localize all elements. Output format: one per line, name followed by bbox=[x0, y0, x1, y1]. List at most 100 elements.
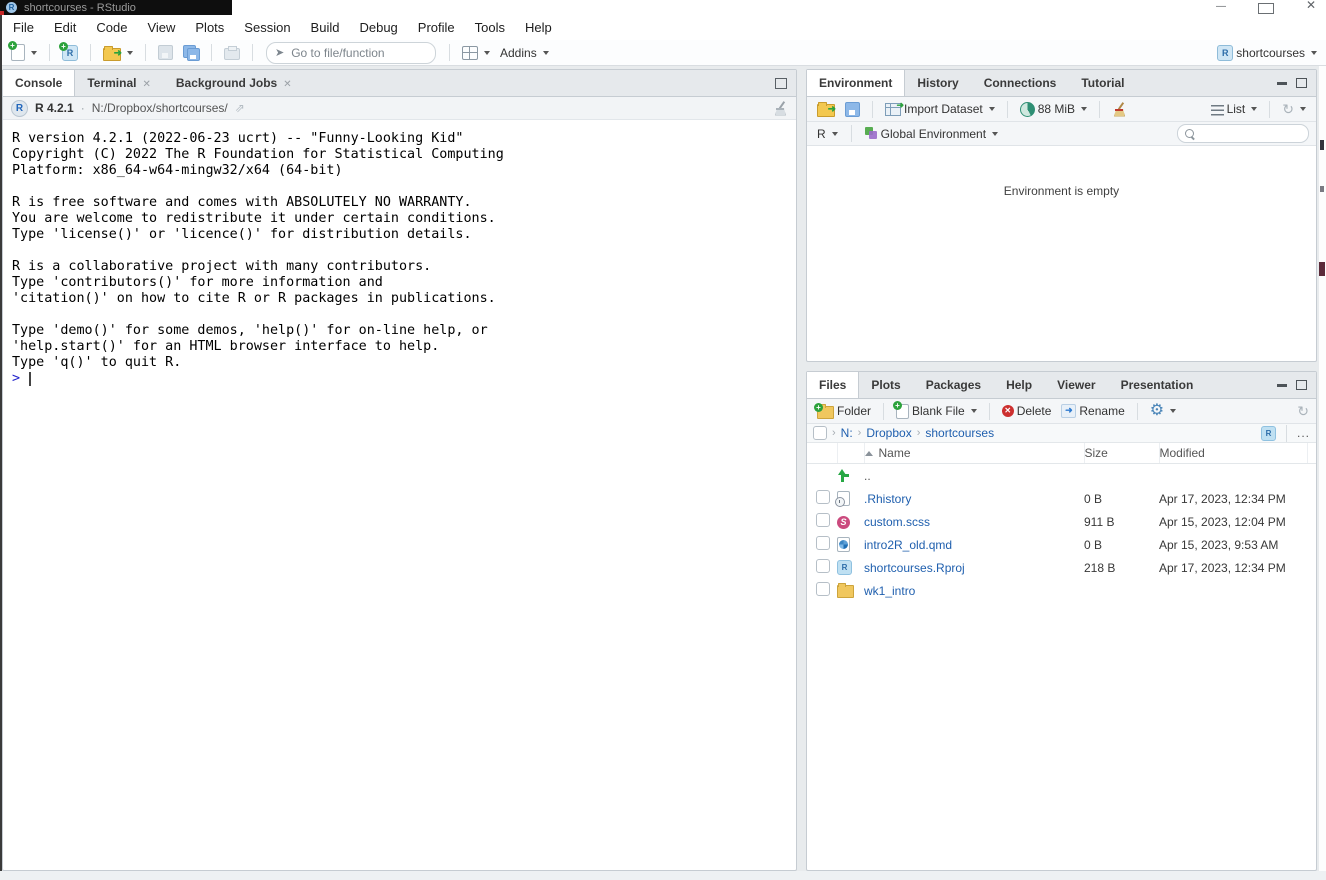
menu-item[interactable]: Help bbox=[515, 15, 562, 40]
delete-button[interactable]: Delete bbox=[999, 402, 1055, 420]
clear-console-broom-icon[interactable] bbox=[773, 101, 788, 116]
table-row-parent-dir[interactable]: .. bbox=[807, 464, 1316, 488]
menu-item[interactable]: Plots bbox=[185, 15, 234, 40]
table-row-rhistory[interactable]: .Rhistory 0 B Apr 17, 2023, 12:34 PM bbox=[807, 487, 1316, 510]
tab-presentation[interactable]: Presentation bbox=[1109, 372, 1207, 398]
breadcrumb-drive[interactable]: N: bbox=[841, 426, 853, 440]
maximize-pane-icon[interactable] bbox=[1296, 78, 1307, 88]
file-name[interactable]: custom.scss bbox=[864, 515, 930, 529]
breadcrumb-dropbox[interactable]: Dropbox bbox=[866, 426, 911, 440]
tab-plots[interactable]: Plots bbox=[859, 372, 913, 398]
list-view-button[interactable]: List bbox=[1208, 100, 1261, 118]
console-output-area[interactable]: R version 4.2.1 (2022-06-23 ucrt) -- "Fu… bbox=[3, 120, 796, 387]
modified-column-header[interactable]: Modified bbox=[1159, 443, 1307, 464]
menu-item[interactable]: Tools bbox=[465, 15, 515, 40]
addins-button[interactable]: Addins bbox=[497, 44, 552, 62]
clear-objects-button[interactable] bbox=[1109, 100, 1130, 119]
new-folder-button[interactable]: Folder bbox=[814, 402, 874, 421]
select-all-checkbox[interactable] bbox=[813, 426, 827, 440]
pane-layout-button[interactable] bbox=[459, 44, 493, 62]
goto-file-function-input[interactable] bbox=[289, 45, 448, 61]
open-workspace-button[interactable] bbox=[814, 99, 838, 119]
tab-packages-label: Packages bbox=[926, 378, 981, 392]
maximize-icon[interactable] bbox=[1258, 3, 1274, 14]
save-button[interactable] bbox=[155, 43, 176, 62]
environment-search-input[interactable] bbox=[1199, 127, 1301, 141]
project-selector[interactable]: shortcourses bbox=[1214, 43, 1320, 63]
open-file-button[interactable] bbox=[100, 43, 136, 63]
more-file-commands-button[interactable] bbox=[1147, 401, 1179, 421]
file-name[interactable]: intro2R_old.qmd bbox=[864, 538, 952, 552]
restore-pane-icon[interactable] bbox=[775, 78, 787, 89]
language-selector[interactable]: R bbox=[814, 125, 841, 143]
environment-selector[interactable]: Global Environment bbox=[862, 125, 1001, 143]
menu-item[interactable]: Profile bbox=[408, 15, 465, 40]
menu-item[interactable]: View bbox=[137, 15, 185, 40]
minimize-pane-icon[interactable] bbox=[1277, 384, 1287, 387]
menu-item[interactable]: Code bbox=[86, 15, 137, 40]
row-checkbox[interactable] bbox=[816, 490, 830, 504]
blank-file-button[interactable]: Blank File bbox=[893, 402, 980, 421]
tab-files[interactable]: Files bbox=[807, 372, 859, 398]
tab-viewer[interactable]: Viewer bbox=[1045, 372, 1108, 398]
up-level-icon[interactable] bbox=[837, 469, 851, 483]
close-icon[interactable] bbox=[1304, 0, 1318, 14]
size-column-header[interactable]: Size bbox=[1084, 443, 1159, 464]
environment-pane: Environment History Connections Tutorial bbox=[806, 69, 1317, 362]
save-workspace-button[interactable] bbox=[842, 100, 863, 119]
minimize-pane-icon[interactable] bbox=[1277, 82, 1287, 85]
tab-tutorial[interactable]: Tutorial bbox=[1069, 70, 1137, 96]
tab-history[interactable]: History bbox=[905, 70, 971, 96]
file-name[interactable]: wk1_intro bbox=[864, 584, 915, 598]
close-icon[interactable] bbox=[142, 76, 150, 90]
row-checkbox[interactable] bbox=[816, 513, 830, 527]
environment-tabstrip: Environment History Connections Tutorial bbox=[807, 70, 1316, 97]
table-row-intro2r-qmd[interactable]: intro2R_old.qmd 0 B Apr 15, 2023, 9:53 A… bbox=[807, 533, 1316, 556]
titlebar-left: shortcourses - RStudio bbox=[0, 0, 232, 15]
tab-console[interactable]: Console bbox=[3, 70, 75, 96]
menu-item[interactable]: Build bbox=[301, 15, 350, 40]
import-dataset-button[interactable]: Import Dataset bbox=[882, 100, 998, 118]
save-workspace-icon bbox=[845, 102, 860, 117]
minimize-icon[interactable] bbox=[1214, 0, 1228, 14]
new-project-button[interactable] bbox=[59, 43, 81, 63]
row-checkbox[interactable] bbox=[816, 536, 830, 550]
rproject-badge-icon[interactable] bbox=[1261, 426, 1276, 441]
save-all-button[interactable] bbox=[180, 43, 202, 62]
refresh-environment-button[interactable] bbox=[1279, 100, 1309, 118]
menu-item[interactable]: Debug bbox=[349, 15, 407, 40]
name-column-header[interactable]: Name bbox=[864, 443, 1084, 464]
file-name[interactable]: .. bbox=[864, 469, 871, 483]
menu-item[interactable]: File bbox=[3, 15, 44, 40]
chevron-down-icon bbox=[971, 409, 977, 413]
goto-directory-icon[interactable] bbox=[235, 101, 245, 115]
tab-connections[interactable]: Connections bbox=[972, 70, 1070, 96]
row-checkbox[interactable] bbox=[816, 582, 830, 596]
memory-usage-button[interactable]: 88 MiB bbox=[1017, 100, 1090, 119]
print-button[interactable] bbox=[221, 43, 243, 62]
table-row-wk1-intro[interactable]: wk1_intro bbox=[807, 579, 1316, 602]
close-icon[interactable] bbox=[283, 76, 291, 90]
menu-item[interactable]: Edit bbox=[44, 15, 86, 40]
tab-packages[interactable]: Packages bbox=[914, 372, 994, 398]
breadcrumb-shortcourses[interactable]: shortcourses bbox=[925, 426, 994, 440]
menu-item[interactable]: Session bbox=[234, 15, 300, 40]
tab-help[interactable]: Help bbox=[994, 372, 1045, 398]
breadcrumb-more[interactable]: ... bbox=[1297, 426, 1310, 440]
language-label: R bbox=[817, 127, 826, 141]
table-row-custom-scss[interactable]: custom.scss 911 B Apr 15, 2023, 12:04 PM bbox=[807, 510, 1316, 533]
maximize-pane-icon[interactable] bbox=[1296, 380, 1307, 390]
file-name[interactable]: .Rhistory bbox=[864, 492, 911, 506]
file-name[interactable]: shortcourses.Rproj bbox=[864, 561, 965, 575]
new-file-button[interactable] bbox=[8, 42, 40, 63]
chevron-down-icon bbox=[1300, 107, 1306, 111]
menu-bar: FileEditCodeViewPlotsSessionBuildDebugPr… bbox=[2, 15, 1326, 40]
console-tabstrip: Console Terminal Background Jobs bbox=[3, 70, 796, 97]
table-row-rproj[interactable]: shortcourses.Rproj 218 B Apr 17, 2023, 1… bbox=[807, 556, 1316, 579]
tab-background-jobs[interactable]: Background Jobs bbox=[164, 70, 305, 96]
refresh-files-icon[interactable] bbox=[1297, 404, 1309, 418]
rename-button[interactable]: Rename bbox=[1058, 402, 1127, 420]
tab-environment[interactable]: Environment bbox=[807, 70, 905, 96]
tab-terminal[interactable]: Terminal bbox=[75, 70, 164, 96]
row-checkbox[interactable] bbox=[816, 559, 830, 573]
